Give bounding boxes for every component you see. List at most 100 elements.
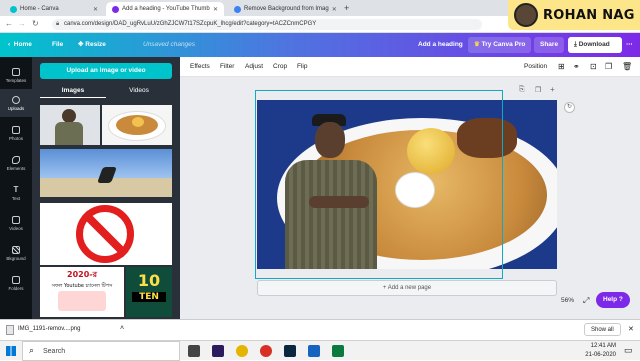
photoshop-icon[interactable] bbox=[284, 345, 296, 357]
thumb-year-text: 2020-র bbox=[67, 270, 97, 279]
resize-label: Resize bbox=[85, 41, 106, 48]
rail-item-text[interactable]: T Text bbox=[0, 179, 32, 207]
try-pro-button[interactable]: ♛ Try Canva Pro bbox=[468, 37, 532, 53]
back-home-button[interactable]: ‹ Home bbox=[8, 33, 32, 57]
removebg-favicon-icon bbox=[234, 5, 241, 13]
background-icon bbox=[12, 245, 20, 254]
upload-thumb-biryani[interactable] bbox=[102, 105, 172, 145]
add-page-icon[interactable]: + bbox=[550, 85, 555, 94]
chevron-up-icon[interactable]: ˄ bbox=[120, 325, 124, 332]
duplicate-icon[interactable]: ❐ bbox=[605, 57, 612, 77]
upload-thumb-no-sign[interactable] bbox=[40, 203, 172, 265]
rail-label: Bkground bbox=[6, 255, 26, 261]
more-options-icon[interactable]: ⋯ bbox=[626, 33, 633, 57]
show-all-button[interactable]: Show all bbox=[584, 323, 621, 336]
help-button[interactable]: Help ? bbox=[596, 292, 630, 308]
tab-images[interactable]: Images bbox=[40, 85, 106, 98]
link-icon[interactable]: ⚭ bbox=[573, 57, 580, 77]
notification-icon[interactable]: ▭ bbox=[624, 345, 633, 356]
task-view-icon[interactable] bbox=[188, 345, 200, 357]
clock[interactable]: 12:41 AM 21-06-2020 bbox=[572, 342, 616, 360]
channel-name: ROHAN NAG bbox=[543, 7, 635, 23]
rail-label: Videos bbox=[9, 225, 23, 231]
back-icon[interactable]: ← bbox=[5, 19, 13, 28]
forward-icon[interactable]: → bbox=[18, 19, 26, 28]
rail-item-folders[interactable]: Folders bbox=[0, 269, 32, 297]
upload-thumb-ten[interactable]: 10 TEN bbox=[126, 267, 172, 317]
download-button[interactable]: ⤓ Download bbox=[568, 37, 622, 53]
video-icon bbox=[12, 215, 20, 224]
folder-icon bbox=[12, 275, 20, 284]
clock-time: 12:41 AM bbox=[590, 343, 616, 349]
browser-tab-remove-bg[interactable]: Remove Background from Imag ✕ bbox=[228, 2, 340, 16]
transparency-icon[interactable]: ⊞ bbox=[558, 57, 565, 77]
rotate-handle-icon[interactable]: ↻ bbox=[564, 102, 575, 113]
close-icon[interactable]: ✕ bbox=[93, 6, 98, 13]
filter-button[interactable]: Filter bbox=[220, 57, 234, 77]
effects-button[interactable]: Effects bbox=[190, 57, 210, 77]
crop-button[interactable]: Crop bbox=[273, 57, 287, 77]
page-copy-icon[interactable]: ⎘ bbox=[519, 86, 525, 94]
browser-tab-design[interactable]: Add a heading - YouTube Thumb ✕ bbox=[106, 2, 224, 16]
delete-icon[interactable]: 🗑︎ bbox=[622, 57, 632, 77]
clock-date: 21-06-2020 bbox=[585, 352, 616, 358]
channel-badge: ROHAN NAG bbox=[508, 0, 640, 30]
browser-tab-home[interactable]: Home - Canva ✕ bbox=[4, 2, 104, 16]
close-icon[interactable]: ✕ bbox=[628, 325, 634, 333]
text-icon: T bbox=[13, 184, 19, 194]
upload-thumb-person[interactable] bbox=[40, 105, 100, 145]
adjust-button[interactable]: Adjust bbox=[245, 57, 263, 77]
rail-item-videos[interactable]: Videos bbox=[0, 209, 32, 237]
egg bbox=[132, 117, 144, 127]
app-icon[interactable] bbox=[308, 345, 320, 357]
download-filename[interactable]: IMG_1191-remov....png bbox=[18, 326, 80, 332]
reload-icon[interactable]: ↻ bbox=[32, 19, 39, 28]
tab-videos[interactable]: Videos bbox=[106, 85, 172, 97]
download-label: Download bbox=[578, 41, 610, 48]
canvas-workspace: ⎘ ❐ + ↻ + Add a new page 56% ⤢ Help ? bbox=[180, 77, 640, 319]
url-field[interactable]: 🔒︎ canva.com/design/DAD_ugRvLuU/zGhZJCW7… bbox=[52, 19, 482, 30]
app-icon[interactable] bbox=[260, 345, 272, 357]
rail-item-uploads[interactable]: Uploads bbox=[0, 89, 32, 117]
ten-word: TEN bbox=[132, 292, 166, 302]
canva-favicon-icon bbox=[112, 5, 119, 13]
app-icon[interactable] bbox=[332, 345, 344, 357]
new-tab-button[interactable]: + bbox=[344, 3, 349, 13]
rail-item-elements[interactable]: Elements bbox=[0, 149, 32, 177]
upload-thumb-tips[interactable]: 2020-র সফল Youtube চ্যানেল টিপস bbox=[40, 267, 124, 317]
rail-item-templates[interactable]: Templates bbox=[0, 61, 32, 89]
share-button[interactable]: Share bbox=[534, 37, 565, 53]
page-duplicate-icon[interactable]: ❐ bbox=[535, 86, 541, 94]
flip-button[interactable]: Flip bbox=[297, 57, 307, 77]
chrome-icon[interactable] bbox=[236, 345, 248, 357]
upload-thumb-runner[interactable] bbox=[40, 149, 172, 197]
position-button[interactable]: Position bbox=[524, 57, 547, 77]
file-menu-button[interactable]: File bbox=[52, 33, 63, 57]
zoom-level[interactable]: 56% bbox=[561, 297, 574, 304]
rail-label: Photos bbox=[8, 135, 23, 141]
windows-taskbar: ⌕ Search 12:41 AM 21-06-2020 ▭ bbox=[0, 340, 640, 361]
lock-icon: 🔒︎ bbox=[56, 21, 60, 27]
thumb-tips-text: সফল Youtube চ্যানেল টিপস bbox=[51, 283, 113, 289]
selection-box[interactable] bbox=[255, 90, 503, 279]
photo-icon bbox=[12, 125, 20, 134]
rail-item-photos[interactable]: Photos bbox=[0, 119, 32, 147]
runner-figure bbox=[97, 167, 117, 183]
crown-icon: ♛ bbox=[474, 41, 480, 48]
design-title[interactable]: Add a heading bbox=[418, 33, 463, 57]
fullscreen-icon[interactable]: ⤢ bbox=[583, 296, 589, 306]
close-icon[interactable]: ✕ bbox=[332, 6, 337, 13]
ten-number: 10 bbox=[137, 271, 161, 290]
rail-item-background[interactable]: Bkground bbox=[0, 239, 32, 267]
lock-icon[interactable]: ⊡ bbox=[590, 57, 597, 77]
rail-label: Templates bbox=[5, 77, 27, 83]
premiere-icon[interactable] bbox=[212, 345, 224, 357]
add-page-button[interactable]: + Add a new page bbox=[257, 280, 557, 296]
taskbar-search-box[interactable]: ⌕ Search bbox=[22, 341, 180, 361]
upload-media-button[interactable]: Upload an image or video bbox=[40, 63, 172, 79]
downloads-bar: IMG_1191-remov....png ˄ Show all ✕ bbox=[0, 319, 640, 340]
close-icon[interactable]: ✕ bbox=[213, 6, 218, 13]
windows-start-icon[interactable] bbox=[6, 346, 16, 356]
tab-label: Remove Background from Imag bbox=[244, 6, 329, 12]
resize-button[interactable]: ✥ Resize bbox=[78, 33, 106, 57]
